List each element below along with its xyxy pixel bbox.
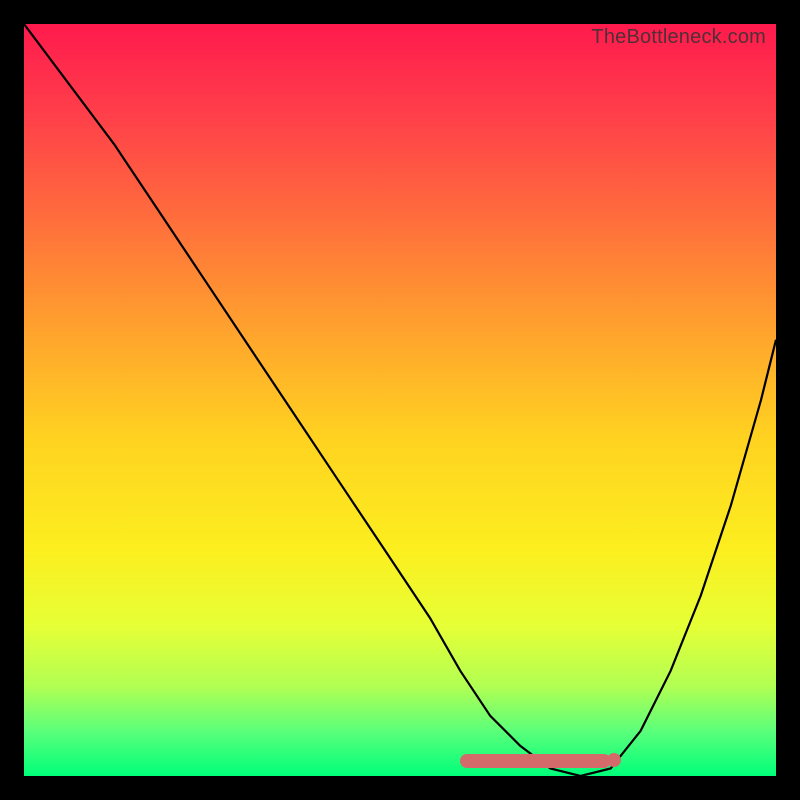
bottleneck-curve: [24, 24, 776, 776]
chart-frame: TheBottleneck.com: [0, 0, 800, 800]
optimal-range-marker: [460, 754, 610, 768]
optimal-end-dot: [607, 753, 621, 767]
chart-plot-area: TheBottleneck.com: [24, 24, 776, 776]
curve-path: [24, 24, 776, 776]
